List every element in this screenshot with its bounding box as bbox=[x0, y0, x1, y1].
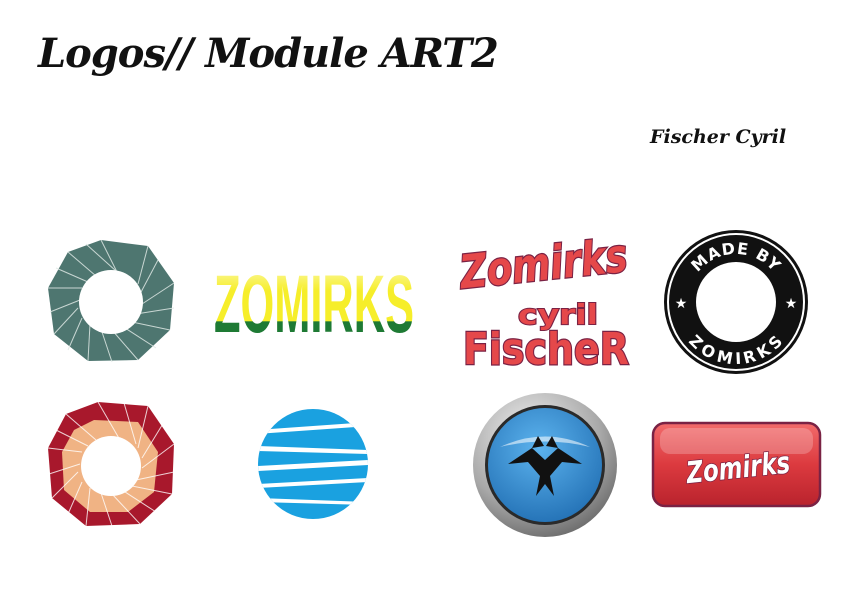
glossy-blue-emblem-logo bbox=[472, 392, 618, 538]
blue-striped-circle-logo bbox=[257, 408, 369, 520]
star-icon: ★ bbox=[785, 296, 798, 312]
author-name: Fischer Cyril bbox=[650, 126, 787, 148]
zomirks-cyril-fischer-logo: Zomirks cyril FischeR bbox=[454, 227, 636, 376]
teal-octagon-ring-logo bbox=[46, 238, 176, 363]
page-title: Logos// Module ART2 bbox=[38, 30, 499, 77]
made-by-zomirks-badge: MADE BY ZOMIRKS ★ ★ bbox=[662, 228, 810, 376]
zomirks-red-button-logo: Zomirks bbox=[651, 421, 822, 508]
crimson-octagon-ring-logo bbox=[46, 400, 176, 528]
zomirks-script-text: Zomirks bbox=[456, 228, 630, 299]
star-icon: ★ bbox=[675, 296, 688, 312]
zomirks-green-text: ZOMIRKS bbox=[214, 259, 414, 350]
zomirks-green-wordmark: ZOMIRKS bbox=[212, 259, 417, 350]
fischer-text: FischeR bbox=[463, 324, 629, 375]
